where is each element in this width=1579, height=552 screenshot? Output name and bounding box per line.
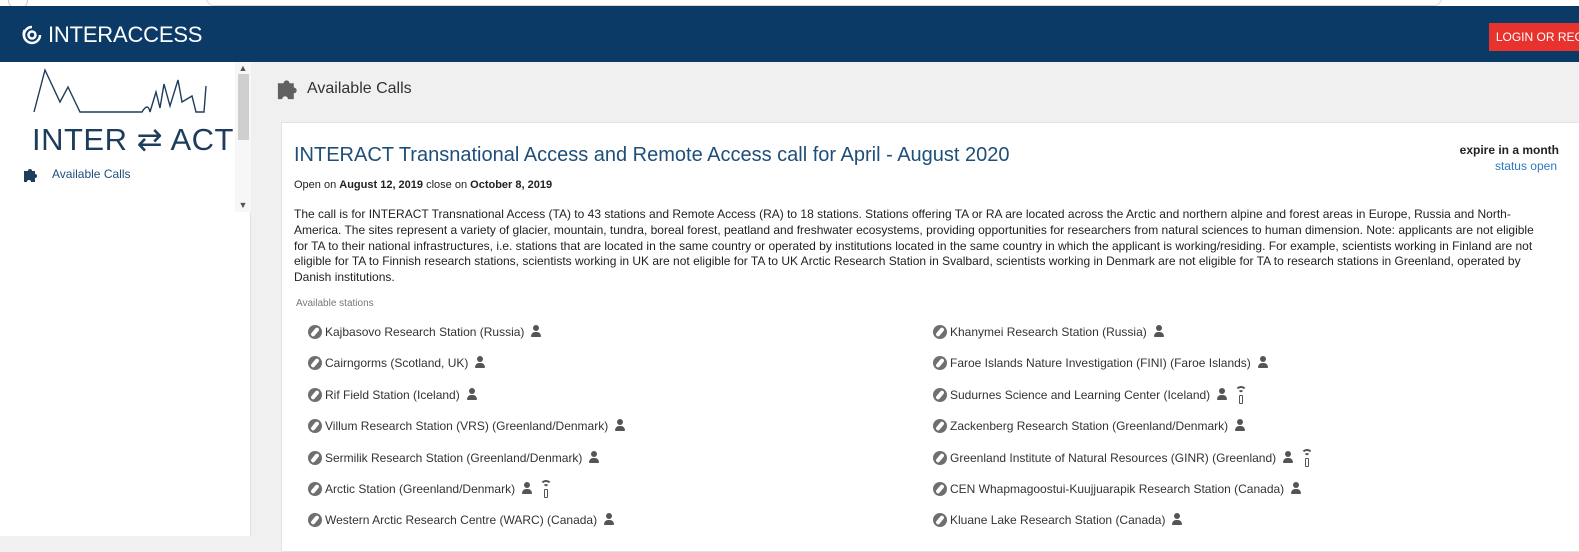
compass-icon: [933, 513, 947, 528]
station-name: Sudurnes Science and Learning Center (Ic…: [950, 387, 1211, 402]
transnational-access-person-icon: [1234, 419, 1246, 433]
brand[interactable]: INTERACCESS: [20, 22, 202, 48]
open-prefix: Open on: [294, 179, 337, 191]
compass-icon: [933, 325, 947, 339]
station-name: Kluane Lake Research Station (Canada): [950, 513, 1166, 528]
transnational-access-person-icon: [588, 450, 600, 465]
compass-icon: [308, 387, 322, 402]
station-name: CEN Whapmagoostui-Kuujjuarapik Research …: [950, 482, 1285, 496]
remote-access-icon: [1235, 385, 1248, 404]
compass-icon: [933, 450, 947, 465]
scroll-down-arrow-icon[interactable]: ▼: [238, 200, 248, 210]
close-prefix: close on: [426, 179, 468, 191]
scroll-up-arrow-icon[interactable]: ▲: [238, 63, 248, 73]
compass-icon: [308, 419, 322, 434]
transnational-access-person-icon: [614, 419, 626, 433]
station-item[interactable]: Khanymei Research Station (Russia): [933, 322, 1165, 342]
station-item[interactable]: Villum Research Station (VRS) (Greenland…: [308, 416, 626, 436]
station-name: Khanymei Research Station (Russia): [950, 325, 1147, 339]
transnational-access-person-icon: [1290, 482, 1302, 496]
scroll-thumb[interactable]: [238, 74, 249, 140]
compass-icon: [308, 450, 322, 465]
transnational-access-person-icon: [1282, 450, 1294, 465]
sidebar-item-available-calls[interactable]: Available Calls: [0, 157, 237, 191]
transnational-access-person-icon: [521, 482, 533, 496]
station-name: Villum Research Station (VRS) (Greenland…: [325, 419, 609, 434]
close-date: October 8, 2019: [470, 179, 553, 191]
sidebar-scrollbar[interactable]: ▲ ▼: [235, 62, 251, 212]
page-title: Available Calls: [307, 80, 412, 97]
page-header: Available Calls: [275, 76, 412, 102]
compass-icon: [308, 325, 322, 339]
compass-icon: [933, 356, 947, 371]
station-name: Faroe Islands Nature Investigation (FINI…: [950, 356, 1251, 371]
sidebar-item-label: Available Calls: [52, 167, 131, 181]
station-item[interactable]: Cairngorms (Scotland, UK): [308, 353, 486, 373]
expire-label: expire in a month: [1459, 143, 1559, 157]
station-name: Cairngorms (Scotland, UK): [325, 356, 469, 371]
mountain-line-logo-icon: [33, 67, 207, 113]
compass-icon: [933, 482, 947, 496]
station-name: Sermilik Research Station (Greenland/Den…: [325, 450, 583, 465]
logo-text: INTER ⇄ ACT: [32, 122, 234, 157]
call-description: The call is for INTERACT Transnational A…: [294, 207, 1534, 285]
compass-icon: [933, 419, 947, 434]
station-item[interactable]: Rif Field Station (Iceland): [308, 385, 478, 405]
remote-access-icon: [1301, 448, 1314, 467]
call-title[interactable]: INTERACT Transnational Access and Remote…: [294, 144, 1010, 167]
compass-icon: [308, 513, 322, 528]
compass-icon: [308, 356, 322, 371]
main-content: Available Calls INTERACT Transnational A…: [251, 62, 1579, 552]
station-item[interactable]: Sudurnes Science and Learning Center (Ic…: [933, 385, 1248, 405]
transnational-access-person-icon: [474, 356, 486, 370]
call-card: INTERACT Transnational Access and Remote…: [281, 122, 1579, 552]
transnational-access-person-icon: [1216, 387, 1228, 402]
transnational-access-person-icon: [1171, 513, 1183, 527]
station-name: Western Arctic Research Centre (WARC) (C…: [325, 513, 598, 528]
transnational-access-person-icon: [603, 513, 615, 527]
station-item[interactable]: Greenland Institute of Natural Resources…: [933, 448, 1314, 468]
login-register-button[interactable]: LOGIN OR REGI: [1489, 23, 1579, 51]
station-item[interactable]: Kajbasovo Research Station (Russia): [308, 322, 542, 342]
station-item[interactable]: CEN Whapmagoostui-Kuujjuarapik Research …: [933, 479, 1302, 499]
sidebar: INTER ⇄ ACT Available Calls ▲ ▼: [0, 62, 251, 536]
open-date: August 12, 2019: [339, 179, 424, 191]
puzzle-icon: [277, 80, 297, 100]
station-item[interactable]: Zackenberg Research Station (Greenland/D…: [933, 416, 1246, 436]
station-name: Rif Field Station (Iceland): [325, 387, 460, 402]
station-item[interactable]: Faroe Islands Nature Investigation (FINI…: [933, 353, 1269, 373]
transnational-access-person-icon: [466, 387, 478, 402]
station-name: Kajbasovo Research Station (Russia): [325, 325, 525, 339]
compass-icon: [308, 482, 322, 496]
compass-icon: [933, 387, 947, 402]
available-stations-label: Available stations: [296, 298, 374, 309]
transnational-access-person-icon: [1153, 325, 1165, 339]
interact-logo: INTER ⇄ ACT: [0, 62, 234, 157]
transnational-access-person-icon: [1257, 356, 1269, 370]
station-item[interactable]: Sermilik Research Station (Greenland/Den…: [308, 448, 600, 468]
top-navbar: INTERACCESS LOGIN OR REGI: [0, 6, 1579, 62]
call-dates: Open on August 12, 2019 close on October…: [294, 179, 552, 191]
status-badge: status open: [1494, 159, 1557, 173]
transnational-access-person-icon: [530, 325, 542, 339]
brand-name: INTERACCESS: [48, 22, 203, 47]
station-name: Arctic Station (Greenland/Denmark): [325, 482, 516, 496]
station-item[interactable]: Kluane Lake Research Station (Canada): [933, 510, 1183, 530]
puzzle-icon: [24, 169, 37, 182]
remote-access-icon: [540, 480, 553, 498]
station-item[interactable]: Arctic Station (Greenland/Denmark): [308, 479, 553, 499]
station-item[interactable]: Western Arctic Research Centre (WARC) (C…: [308, 510, 615, 530]
brand-logo-icon: [22, 25, 42, 45]
station-name: Zackenberg Research Station (Greenland/D…: [950, 419, 1229, 434]
station-name: Greenland Institute of Natural Resources…: [950, 450, 1277, 465]
